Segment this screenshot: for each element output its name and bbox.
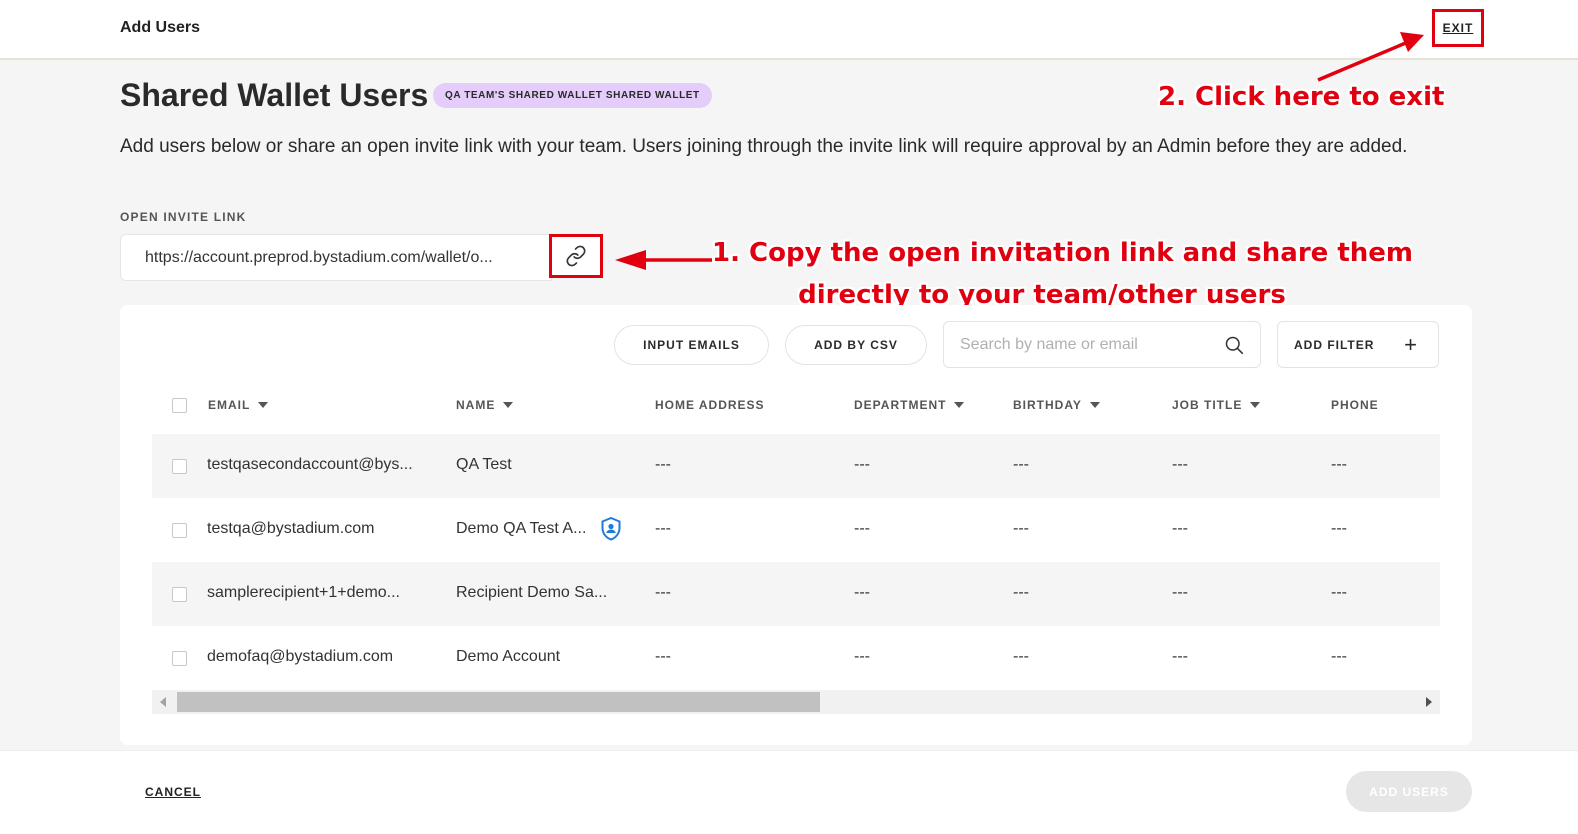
cell-birthday: --- [1013, 456, 1029, 473]
header-title: Add Users [120, 19, 201, 36]
scroll-right-arrow-icon[interactable] [1426, 697, 1432, 707]
search-icon[interactable] [1224, 335, 1244, 355]
cell-department: --- [854, 584, 870, 601]
cell-name: Demo Account [456, 648, 561, 665]
cell-birthday: --- [1013, 520, 1029, 537]
search-box [943, 321, 1261, 368]
column-header-name-label: NAME [456, 398, 496, 412]
exit-button[interactable]: EXIT [1432, 9, 1484, 47]
column-header-name[interactable]: NAME [456, 398, 514, 412]
search-input[interactable] [960, 335, 1210, 354]
column-header-phone-label: PHONE [1331, 398, 1379, 412]
cell-name: QA Test [456, 456, 512, 473]
column-header-home-address-label: HOME ADDRESS [655, 398, 765, 412]
input-emails-button[interactable]: INPUT EMAILS [614, 325, 769, 365]
column-header-job-title[interactable]: JOB TITLE [1172, 398, 1261, 412]
column-header-birthday[interactable]: BIRTHDAY [1013, 398, 1100, 412]
page-title: Shared Wallet Users [120, 77, 429, 113]
column-header-job-title-label: JOB TITLE [1172, 398, 1243, 412]
footer-bar: CANCEL ADD USERS [0, 750, 1578, 834]
cell-job-title: --- [1172, 456, 1188, 473]
column-header-phone: PHONE [1331, 398, 1379, 412]
annotation-step-2: 2. Click here to exit [1158, 82, 1445, 112]
wallet-badge: QA TEAM'S SHARED WALLET SHARED WALLET [433, 83, 712, 108]
horizontal-scrollbar[interactable] [152, 690, 1440, 714]
table-row[interactable]: testqa@bystadium.com Demo QA Test A... -… [152, 498, 1440, 562]
cell-phone: --- [1331, 520, 1347, 537]
cell-home-address: --- [655, 456, 671, 473]
cell-email: testqa@bystadium.com [207, 520, 375, 537]
cell-department: --- [854, 648, 870, 665]
annotation-arrow-copy [615, 250, 712, 270]
row-checkbox[interactable] [172, 587, 187, 602]
cell-home-address: --- [655, 584, 671, 601]
add-filter-button[interactable]: ADD FILTER + [1277, 321, 1439, 368]
add-users-button[interactable]: ADD USERS [1346, 771, 1472, 812]
plus-icon: + [1404, 332, 1418, 357]
column-header-birthday-label: BIRTHDAY [1013, 398, 1082, 412]
row-checkbox[interactable] [172, 651, 187, 666]
column-header-email-label: EMAIL [208, 398, 251, 412]
copy-link-button[interactable] [549, 234, 603, 278]
cell-name: Demo QA Test A... [456, 520, 587, 537]
annotation-step-1-line-1: 1. Copy the open invitation link and sha… [712, 238, 1413, 268]
annotation-step-1: 1. Copy the open invitation link and sha… [712, 232, 1413, 316]
add-by-csv-button[interactable]: ADD BY CSV [785, 325, 927, 365]
sort-caret-icon[interactable] [1089, 402, 1100, 408]
page-description: Add users below or share an open invite … [120, 136, 1408, 157]
cancel-button[interactable]: CANCEL [145, 785, 201, 799]
cell-job-title: --- [1172, 584, 1188, 601]
cell-department: --- [854, 456, 870, 473]
cell-job-title: --- [1172, 648, 1188, 665]
cell-home-address: --- [655, 520, 671, 537]
row-checkbox[interactable] [172, 523, 187, 538]
link-icon [566, 245, 586, 267]
sort-caret-icon[interactable] [1250, 402, 1261, 408]
column-header-department[interactable]: DEPARTMENT [854, 398, 965, 412]
column-header-home-address: HOME ADDRESS [655, 398, 765, 412]
scroll-left-arrow-icon[interactable] [160, 697, 166, 707]
sort-caret-icon[interactable] [258, 402, 269, 408]
sort-caret-icon[interactable] [503, 402, 514, 408]
cell-birthday: --- [1013, 648, 1029, 665]
select-all-checkbox[interactable] [172, 398, 187, 413]
cell-name: Recipient Demo Sa... [456, 584, 608, 601]
cell-email: samplerecipient+1+demo... [207, 584, 400, 601]
table-row[interactable]: testqasecondaccount@bys... QA Test --- -… [152, 434, 1440, 498]
invite-link-field[interactable]: https://account.preprod.bystadium.com/wa… [120, 234, 552, 281]
cell-email: testqasecondaccount@bys... [207, 456, 413, 473]
cell-home-address: --- [655, 648, 671, 665]
cell-phone: --- [1331, 648, 1347, 665]
column-header-department-label: DEPARTMENT [854, 398, 947, 412]
cell-email: demofaq@bystadium.com [207, 648, 394, 665]
column-header-email[interactable]: EMAIL [208, 398, 269, 412]
table-row[interactable]: samplerecipient+1+demo... Recipient Demo… [152, 562, 1440, 626]
add-filter-label: ADD FILTER [1294, 337, 1375, 352]
cell-phone: --- [1331, 584, 1347, 601]
cell-job-title: --- [1172, 520, 1188, 537]
invite-link-label: OPEN INVITE LINK [120, 210, 247, 224]
table-row[interactable]: demofaq@bystadium.com Demo Account --- -… [152, 626, 1440, 690]
cell-phone: --- [1331, 456, 1347, 473]
scrollbar-thumb[interactable] [177, 692, 820, 712]
admin-shield-icon [601, 517, 621, 541]
row-checkbox[interactable] [172, 459, 187, 474]
sort-caret-icon[interactable] [954, 402, 965, 408]
cell-birthday: --- [1013, 584, 1029, 601]
cell-department: --- [854, 520, 870, 537]
